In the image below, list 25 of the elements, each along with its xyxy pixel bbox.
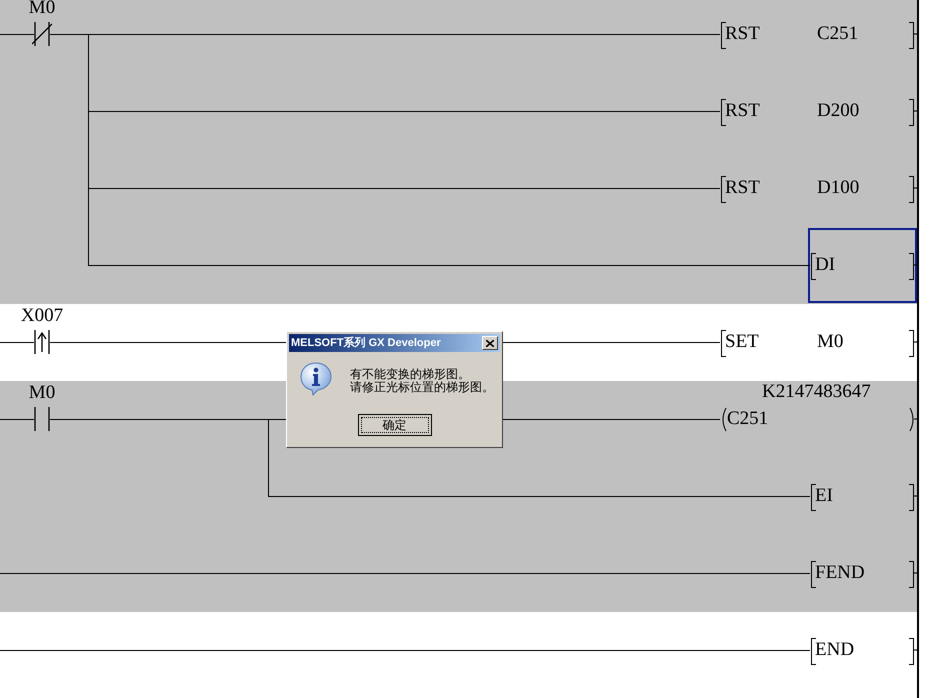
instruction-text: RST [725,178,760,197]
contact-label: M0 [28,0,56,17]
dialog-message: 有不能变换的梯形图。 [350,368,471,381]
instruction-text: RST [725,101,760,120]
operand-text: D200 [817,101,860,120]
instruction-text: DI [815,255,836,274]
dialog-title: MELSOFT系列 GX Developer [291,336,441,351]
contact-label: M0 [28,383,56,402]
close-button[interactable] [482,336,498,350]
contact-label: X007 [20,306,64,325]
instruction-text: END [815,640,854,659]
instruction-text: SET [725,332,759,351]
operand-text: M0 [817,332,844,351]
left-parenthesis-icon [720,407,727,432]
dialog-message: 请修正光标位置的梯形图。 [350,381,494,394]
instruction-text: FEND [815,563,865,582]
operand-text: D100 [817,178,860,197]
coil-text: C251 [727,409,768,428]
instruction-text: RST [725,24,760,43]
instruction-text: EI [815,486,833,505]
close-icon [486,340,494,346]
ok-button[interactable]: 确定 [358,414,432,436]
operand-text: C251 [817,24,858,43]
info-icon [300,362,332,396]
setting-value: K2147483647 [762,382,871,401]
